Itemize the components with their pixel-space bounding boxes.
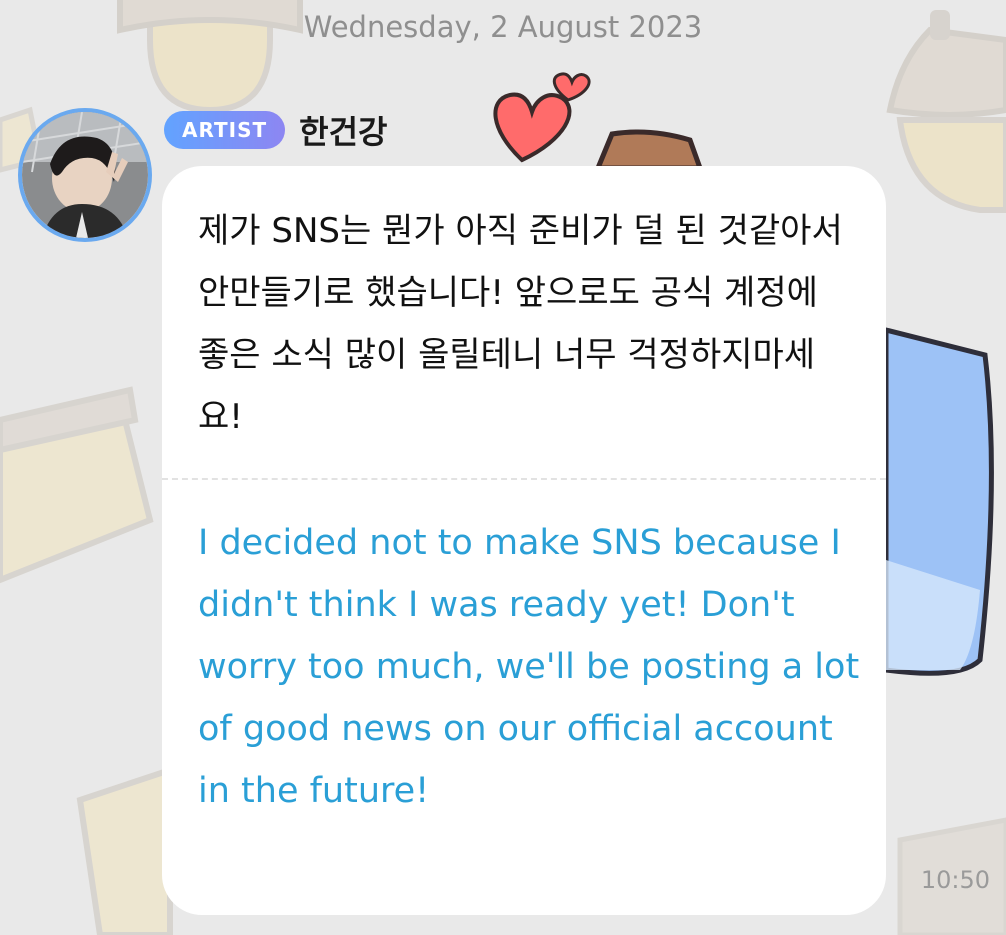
artist-avatar[interactable] — [18, 108, 152, 242]
cat-ear-icon — [594, 129, 704, 171]
message-bubble[interactable]: 제가 SNS는 뭔가 아직 준비가 덜 된 것같아서 안만들기로 했습니다! 앞… — [162, 166, 886, 915]
cake-slice-icon — [76, 765, 173, 935]
translation-divider — [162, 478, 886, 480]
date-header: Wednesday, 2 August 2023 — [303, 10, 703, 44]
pillow-icon — [883, 326, 994, 676]
sender-name[interactable]: 한건강 — [299, 107, 387, 153]
message-text-english: I decided not to make SNS because I didn… — [198, 523, 860, 811]
sender-row: ARTIST 한건강 — [164, 108, 387, 152]
message-timestamp: 10:50 — [920, 866, 990, 894]
profile-photo — [22, 112, 148, 238]
artist-badge: ARTIST — [164, 111, 286, 149]
message-text-korean: 제가 SNS는 뭔가 아직 준비가 덜 된 것같아서 안만들기로 했습니다! 앞… — [198, 211, 843, 437]
